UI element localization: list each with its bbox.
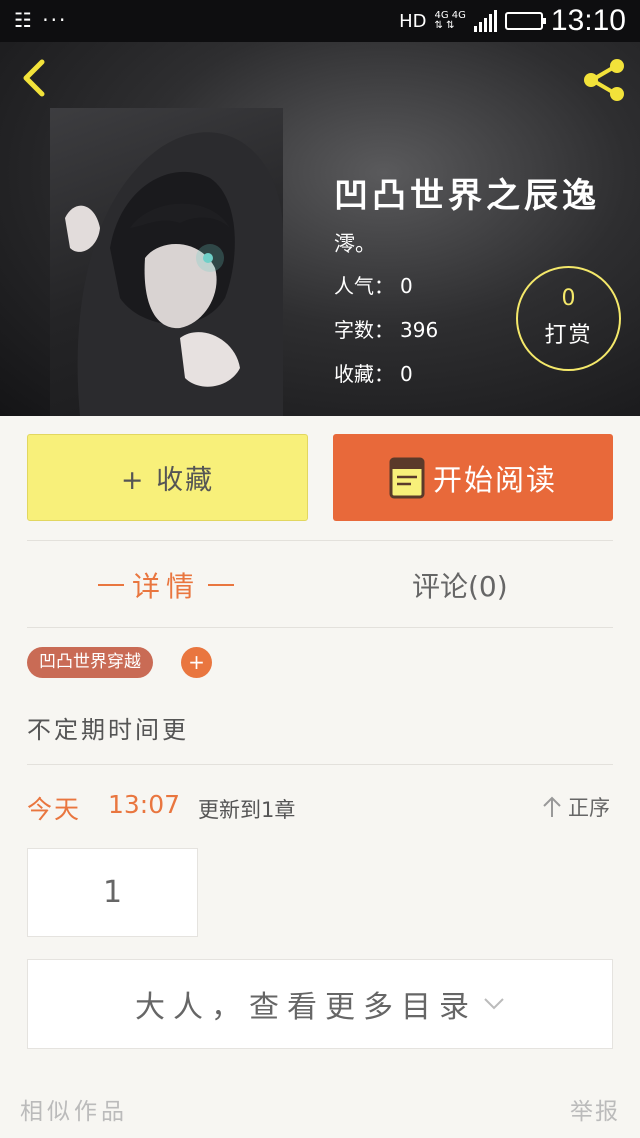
more-catalog-label: 大人，查看更多目录 (135, 990, 477, 1025)
status-left-icons: ☷ ··· (14, 8, 68, 32)
stat-label: 收藏： (334, 362, 394, 386)
similar-works-heading: 相似作品 (20, 1099, 128, 1125)
divider (27, 764, 613, 765)
update-status: 更新到1章 (198, 798, 296, 822)
more-catalog-button[interactable]: 大人，查看更多目录 (27, 959, 613, 1049)
book-description: 不定期时间更 (27, 716, 189, 744)
reward-count: 0 (561, 286, 576, 311)
book-cover-image[interactable] (50, 108, 283, 416)
network-arrows: ⇅ ⇅ (434, 20, 455, 31)
add-favorite-button[interactable]: + 收藏 (27, 434, 308, 521)
share-icon[interactable] (580, 56, 628, 104)
divider (27, 540, 613, 541)
signal-icon (473, 10, 497, 32)
sort-label: 正序 (568, 796, 610, 820)
status-right: HD 4G 4G ⇅ ⇅ 13:10 (399, 4, 626, 38)
arrow-up-icon (543, 796, 561, 817)
stat-value: 0 (400, 362, 413, 386)
tag-chip[interactable]: 凹凸世界穿越 (27, 647, 153, 678)
stat-favorites: 收藏： 0 (334, 358, 413, 387)
book-icon (389, 457, 425, 498)
reward-button[interactable]: 0 打赏 (516, 266, 621, 371)
chapter-item[interactable]: 1 (27, 848, 198, 937)
network-indicator: 4G 4G ⇅ ⇅ (435, 11, 466, 31)
update-time: 13:07 (108, 790, 181, 819)
stat-label: 字数： (334, 318, 394, 342)
reward-label: 打赏 (544, 323, 593, 348)
update-day: 今天 (27, 795, 82, 824)
tab-comments[interactable]: 评论(0) (412, 560, 508, 610)
author-name[interactable]: 澪。 (334, 228, 376, 258)
stat-value: 0 (400, 274, 413, 298)
add-tag-button[interactable]: + (181, 647, 212, 678)
hd-indicator: HD (399, 10, 427, 32)
status-bar: ☷ ··· HD 4G 4G ⇅ ⇅ 13:10 (0, 0, 640, 42)
report-link[interactable]: 举报 (570, 1092, 620, 1126)
book-title: 凹凸世界之辰逸 (334, 176, 600, 216)
battery-icon (504, 12, 546, 30)
tab-indicator (98, 584, 124, 586)
cover-illustration (65, 132, 283, 416)
stat-word-count: 字数： 396 (334, 314, 438, 343)
chevron-down-icon (484, 998, 504, 1010)
start-reading-button[interactable]: 开始阅读 (333, 434, 613, 521)
clock: 13:10 (550, 4, 626, 37)
book-header: 凹凸世界之辰逸 澪。 人气： 0 字数： 396 收藏： 0 0 打赏 (0, 42, 640, 416)
divider (27, 627, 613, 628)
chevron-left-icon[interactable] (16, 58, 56, 98)
sort-order-button[interactable]: 正序 (542, 792, 610, 822)
tab-indicator (208, 584, 235, 586)
start-reading-label: 开始阅读 (432, 462, 557, 497)
tab-detail-label: 详情 (132, 570, 201, 603)
stat-popularity: 人气： 0 (334, 270, 413, 299)
stat-label: 人气： (334, 274, 394, 298)
tab-detail[interactable]: 详情 (90, 560, 242, 610)
stat-value: 396 (400, 318, 439, 342)
